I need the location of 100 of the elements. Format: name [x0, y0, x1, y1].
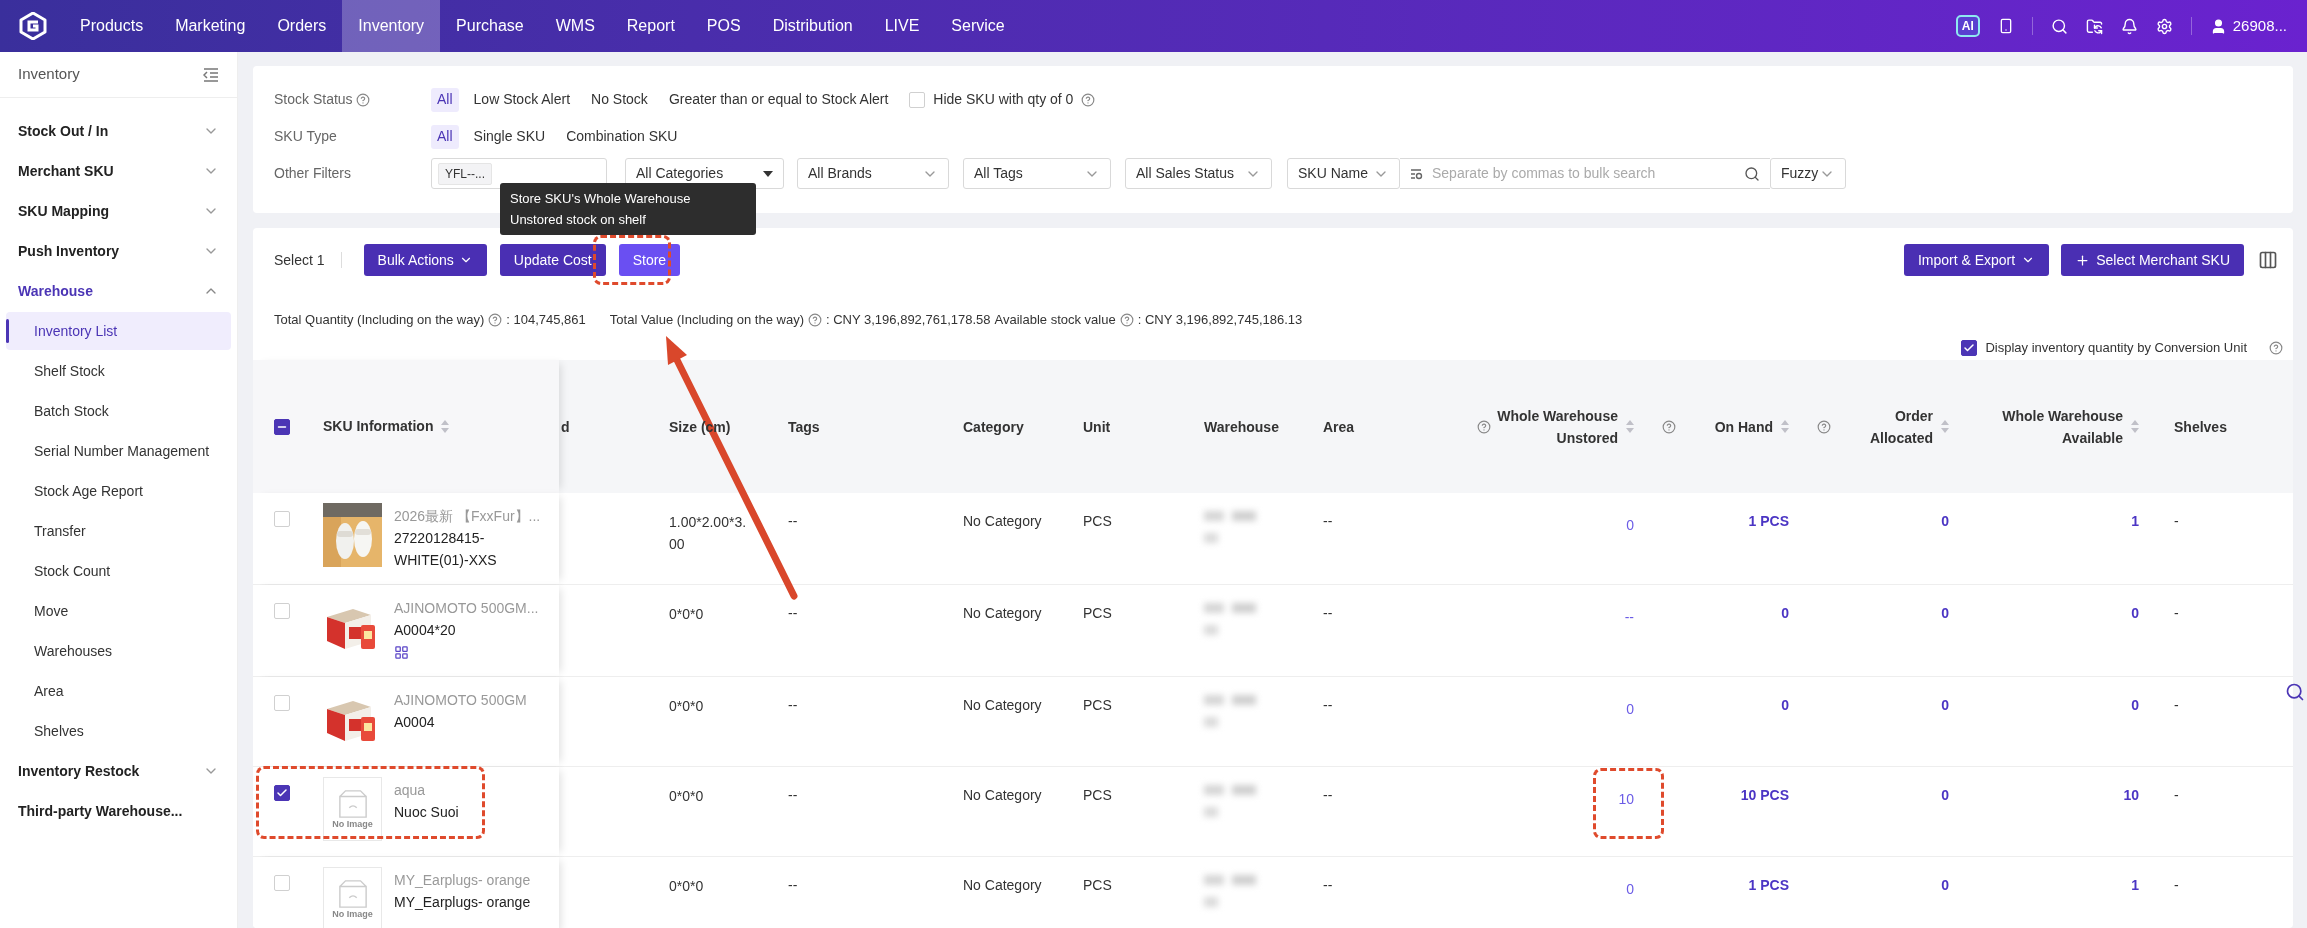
column-header: Shelves	[2174, 417, 2227, 437]
nav-tab[interactable]: Report	[610, 0, 691, 52]
quantity-link[interactable]: --	[1624, 607, 1634, 676]
column-header: Area	[1323, 417, 1355, 437]
bell-icon[interactable]	[2120, 17, 2138, 35]
sidebar-item[interactable]: Transfer	[6, 512, 231, 550]
help-icon[interactable]	[807, 313, 822, 327]
help-icon[interactable]	[1477, 419, 1491, 434]
toolbar-button[interactable]: Store	[618, 244, 681, 276]
checkbox[interactable]	[273, 785, 290, 801]
plus-icon	[2075, 252, 2091, 268]
quantity-link[interactable]: 0	[1626, 699, 1634, 766]
brand-select[interactable]: All Brands	[797, 158, 949, 189]
quantity-link[interactable]: 1	[2131, 875, 2139, 928]
quantity-link[interactable]: 0	[1941, 875, 1949, 928]
quantity-link[interactable]: 1	[2131, 511, 2139, 584]
quantity-link[interactable]: 0	[2131, 603, 2139, 676]
sidebar-item[interactable]: Shelves	[6, 712, 231, 750]
quantity-link[interactable]: 0	[1941, 511, 1949, 584]
filter-option[interactable]: Combination SKU	[560, 124, 684, 149]
filter-option[interactable]: Greater than or equal to Stock Alert	[662, 87, 895, 112]
nav-tab[interactable]: LIVE	[868, 0, 936, 52]
filter-option[interactable]: Low Stock Alert	[467, 87, 577, 112]
help-icon[interactable]	[1817, 419, 1831, 434]
collapse-icon[interactable]	[203, 67, 219, 82]
filter-option[interactable]: All	[431, 124, 459, 149]
user-name[interactable]: 26908...	[2232, 14, 2287, 38]
quantity-link[interactable]: 0	[1941, 785, 1949, 856]
sidebar-group[interactable]: Stock Out / In	[0, 111, 237, 151]
quantity-link[interactable]: 1 PCS	[1748, 875, 1789, 928]
toolbar-button[interactable]: Bulk Actions	[363, 244, 487, 276]
quantity-link[interactable]: 0	[1941, 603, 1949, 676]
quantity-link[interactable]: 0	[1941, 695, 1949, 766]
nav-tab[interactable]: Orders	[261, 0, 343, 52]
quantity-link[interactable]: 0	[1781, 695, 1789, 766]
help-icon[interactable]	[1662, 419, 1676, 434]
sidebar-group[interactable]: Warehouse	[0, 271, 237, 311]
tags-select[interactable]: All Tags	[963, 158, 1111, 189]
nav-tab[interactable]: WMS	[539, 0, 611, 52]
toolbar-button[interactable]: Select Merchant SKU	[2061, 244, 2244, 276]
settings-icon[interactable]	[2155, 17, 2173, 35]
nav-tab[interactable]: Distribution	[756, 0, 869, 52]
checkbox-label[interactable]: Hide SKU with qty of 0	[933, 89, 1074, 110]
filter-option[interactable]: All	[431, 87, 459, 112]
help-icon[interactable]	[1081, 92, 1096, 107]
search-icon[interactable]	[1744, 165, 1760, 182]
column-header: On Hand	[1713, 417, 1773, 437]
filter-option[interactable]: No Stock	[585, 87, 654, 112]
sidebar-item[interactable]: Stock Age Report	[6, 472, 231, 510]
sidebar-item[interactable]: Stock Count	[6, 552, 231, 590]
sidebar-item[interactable]: Warehouses	[6, 632, 231, 670]
search-icon[interactable]	[2285, 682, 2305, 702]
sales-status-select[interactable]: All Sales Status	[1125, 158, 1272, 189]
help-icon[interactable]	[2269, 341, 2283, 355]
help-icon[interactable]	[488, 313, 503, 327]
warehouse-tag[interactable]: YFL--...	[438, 162, 492, 185]
nav-tab[interactable]: Inventory	[342, 0, 441, 52]
sidebar-item[interactable]: Move	[6, 592, 231, 630]
sidebar-item[interactable]: Shelf Stock	[6, 352, 231, 390]
logo-icon[interactable]	[19, 12, 47, 40]
sidebar-item[interactable]: Batch Stock	[6, 392, 231, 430]
nav-tab[interactable]: Products	[64, 0, 160, 52]
columns-icon[interactable]	[2258, 250, 2278, 270]
grid-icon[interactable]	[394, 645, 409, 660]
checkbox[interactable]	[1961, 340, 1978, 356]
filter-option[interactable]: Single SKU	[467, 124, 552, 149]
nav-tab[interactable]: Service	[935, 0, 1021, 52]
quantity-link[interactable]: 0	[1626, 879, 1634, 928]
sidebar-group[interactable]: Third-party Warehouse...	[0, 791, 237, 831]
sidebar-item[interactable]: Inventory List	[6, 312, 231, 350]
quantity-link[interactable]: 10	[2123, 785, 2139, 856]
nav-tab[interactable]: Purchase	[440, 0, 540, 52]
checkbox-label[interactable]: Display inventory quantity by Conversion Unit	[1985, 338, 2247, 358]
help-icon[interactable]	[1119, 313, 1134, 327]
quantity-link[interactable]: 0	[2131, 695, 2139, 766]
quantity-link[interactable]: 10 PCS	[1740, 785, 1789, 856]
sidebar-group[interactable]: Inventory Restock	[0, 751, 237, 791]
nav-tab[interactable]: Marketing	[159, 0, 262, 52]
toolbar-button[interactable]: Update Cost	[499, 244, 606, 276]
sidebar-group[interactable]: Merchant SKU	[0, 151, 237, 191]
quantity-link[interactable]: 0	[1626, 515, 1634, 584]
ai-button[interactable]: AI	[1955, 15, 1980, 37]
quantity-link[interactable]: 1 PCS	[1748, 511, 1789, 584]
table-cell: --	[1323, 787, 1333, 803]
nav-tab[interactable]: POS	[690, 0, 757, 52]
quantity-link[interactable]: 0	[1781, 603, 1789, 676]
checkbox[interactable]	[273, 418, 290, 435]
sidebar-group[interactable]: SKU Mapping	[0, 191, 237, 231]
text-search-icon[interactable]	[1410, 167, 1424, 180]
folder-sync-icon[interactable]	[2085, 17, 2103, 35]
match-mode-select[interactable]: Fuzzy	[1770, 158, 1846, 189]
help-icon[interactable]	[355, 92, 370, 107]
quantity-link[interactable]: 10	[1618, 789, 1634, 856]
search-icon[interactable]	[2050, 17, 2068, 35]
search-field-select[interactable]: SKU Name	[1287, 158, 1400, 189]
sidebar-item[interactable]: Serial Number Management	[6, 432, 231, 470]
toolbar-button[interactable]: Import & Export	[1903, 244, 2050, 276]
search-field[interactable]: Separate by commas to bulk search	[1432, 163, 1736, 184]
sidebar-item[interactable]: Area	[6, 672, 231, 710]
sidebar-group[interactable]: Push Inventory	[0, 231, 237, 271]
